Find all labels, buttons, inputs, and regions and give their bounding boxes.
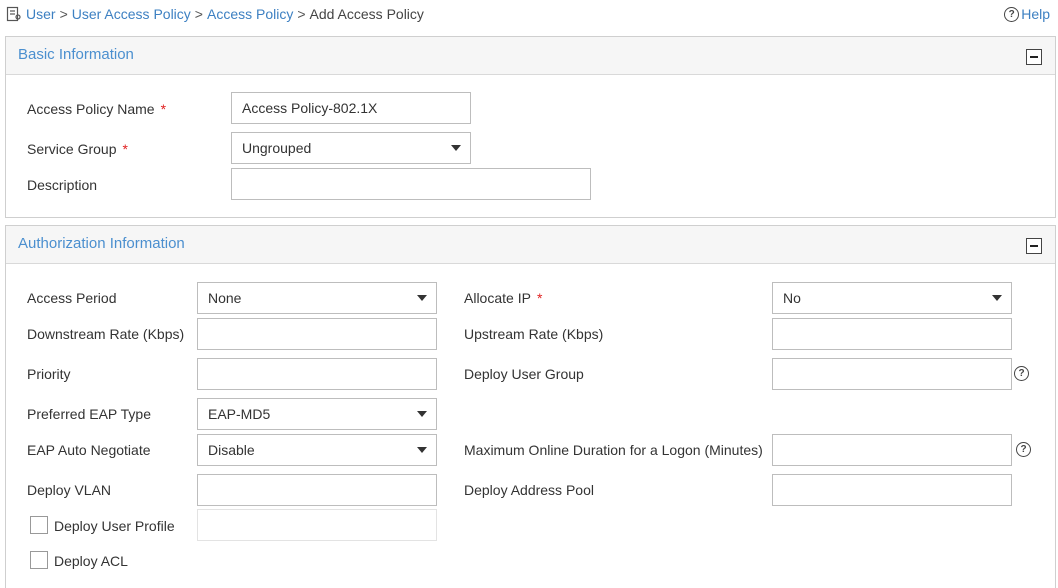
- preferred-eap-type-label: Preferred EAP Type: [27, 406, 151, 422]
- breadcrumb-separator: >: [194, 6, 203, 22]
- collapse-icon[interactable]: [1026, 238, 1042, 254]
- access-policy-name-label: Access Policy Name *: [27, 101, 167, 117]
- deploy-address-pool-input[interactable]: [772, 474, 1012, 506]
- breadcrumb-current: Add Access Policy: [309, 6, 424, 22]
- breadcrumb-separator: >: [297, 6, 306, 22]
- breadcrumb: User > User Access Policy > Access Polic…: [6, 4, 424, 24]
- required-asterisk: *: [536, 290, 543, 306]
- eap-auto-negotiate-select[interactable]: Disable: [197, 434, 437, 466]
- deploy-acl-label: Deploy ACL: [54, 553, 128, 569]
- required-asterisk: *: [160, 101, 167, 117]
- service-group-label: Service Group *: [27, 141, 128, 157]
- deploy-user-profile-checkbox[interactable]: [30, 516, 48, 534]
- deploy-user-group-label: Deploy User Group: [464, 366, 584, 382]
- breadcrumb-link-user-access-policy[interactable]: User Access Policy: [72, 6, 191, 22]
- description-input[interactable]: [231, 168, 591, 200]
- collapse-icon[interactable]: [1026, 49, 1042, 65]
- panel-title: Authorization Information: [18, 235, 185, 252]
- priority-input[interactable]: [197, 358, 437, 390]
- access-period-value: None: [208, 290, 242, 306]
- deploy-vlan-input[interactable]: [197, 474, 437, 506]
- access-period-select[interactable]: None: [197, 282, 437, 314]
- access-period-label: Access Period: [27, 290, 117, 306]
- dropdown-caret-icon: [451, 145, 461, 151]
- dropdown-caret-icon: [417, 447, 427, 453]
- breadcrumb-separator: >: [59, 6, 68, 22]
- downstream-rate-input[interactable]: [197, 318, 437, 350]
- panel-header: Authorization Information: [6, 226, 1055, 264]
- basic-information-panel: Basic Information Access Policy Name * Ac…: [5, 36, 1056, 218]
- panel-title: Basic Information: [18, 46, 134, 63]
- access-policy-name-input[interactable]: Access Policy-802.1X: [231, 92, 471, 124]
- downstream-rate-label: Downstream Rate (Kbps): [27, 326, 185, 342]
- help-label: Help: [1021, 6, 1050, 22]
- preferred-eap-type-value: EAP-MD5: [208, 406, 271, 422]
- description-label: Description: [27, 177, 98, 193]
- deploy-vlan-label: Deploy VLAN: [27, 482, 112, 498]
- service-group-select[interactable]: Ungrouped: [231, 132, 471, 164]
- max-online-duration-label: Maximum Online Duration for a Logon (Min…: [464, 442, 763, 458]
- breadcrumb-link-access-policy[interactable]: Access Policy: [207, 6, 293, 22]
- deploy-address-pool-label: Deploy Address Pool: [464, 482, 594, 498]
- question-circle-icon[interactable]: ?: [1014, 366, 1029, 381]
- help-link[interactable]: ? Help: [1004, 4, 1050, 24]
- required-asterisk: *: [122, 141, 128, 157]
- breadcrumb-link-user[interactable]: User: [26, 6, 56, 22]
- deploy-user-profile-input: [197, 509, 437, 541]
- question-circle-icon: ?: [1004, 6, 1020, 22]
- max-online-duration-input[interactable]: [772, 434, 1012, 466]
- dropdown-caret-icon: [417, 411, 427, 417]
- deploy-user-group-input[interactable]: [772, 358, 1012, 390]
- user-list-icon: [6, 6, 21, 22]
- allocate-ip-select[interactable]: No: [772, 282, 1012, 314]
- panel-header: Basic Information: [6, 37, 1055, 75]
- allocate-ip-label: Allocate IP *: [464, 290, 543, 306]
- eap-auto-negotiate-label: EAP Auto Negotiate: [27, 442, 151, 458]
- eap-auto-negotiate-value: Disable: [208, 442, 255, 458]
- upstream-rate-label: Upstream Rate (Kbps): [464, 326, 604, 342]
- deploy-acl-checkbox[interactable]: [30, 551, 48, 569]
- question-circle-icon[interactable]: ?: [1016, 442, 1031, 457]
- authorization-information-panel: Authorization Information Access Period …: [5, 225, 1056, 588]
- service-group-value: Ungrouped: [242, 140, 312, 156]
- dropdown-caret-icon: [417, 295, 427, 301]
- preferred-eap-type-select[interactable]: EAP-MD5: [197, 398, 437, 430]
- priority-label: Priority: [27, 366, 71, 382]
- upstream-rate-input[interactable]: [772, 318, 1012, 350]
- dropdown-caret-icon: [992, 295, 1002, 301]
- allocate-ip-value: No: [783, 290, 801, 306]
- deploy-user-profile-label: Deploy User Profile: [54, 518, 175, 534]
